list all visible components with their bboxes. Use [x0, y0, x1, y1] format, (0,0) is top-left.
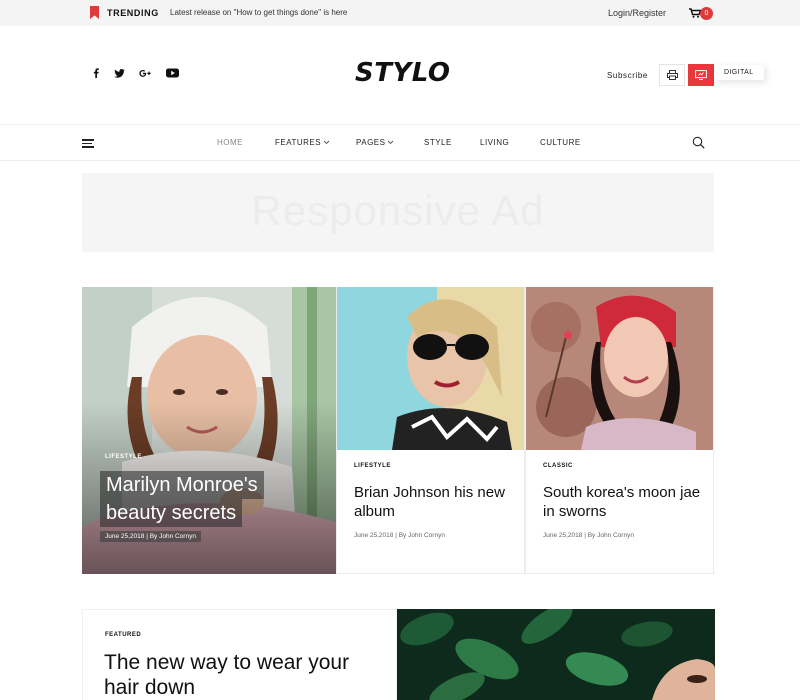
- cart-count-badge: 0: [700, 7, 713, 20]
- login-register-link[interactable]: Login/Register: [608, 8, 666, 18]
- card-title[interactable]: South korea's moon jae in sworns: [543, 483, 703, 521]
- main-nav: HOME FEATURES PAGES STYLE LIVING CULTURE: [0, 124, 800, 161]
- card-meta: June 25,2018 | By John Cornyn: [543, 532, 634, 539]
- card-photo: [526, 287, 713, 450]
- chevron-down-icon: [323, 140, 330, 145]
- trending-label: TRENDING: [107, 8, 159, 18]
- card-photo: [337, 287, 524, 450]
- facebook-icon[interactable]: [89, 67, 103, 79]
- digital-tooltip: DIGITAL: [714, 65, 764, 80]
- menu-icon[interactable]: [82, 139, 94, 148]
- featured-title[interactable]: The new way to wear your hair down: [104, 650, 364, 700]
- trending-headline-link[interactable]: Latest release on "How to get things don…: [170, 8, 347, 17]
- nav-item-features[interactable]: FEATURES: [275, 138, 330, 147]
- bookmark-icon: [90, 6, 99, 19]
- print-edition-button[interactable]: [659, 64, 685, 86]
- card-title[interactable]: Brian Johnson his new album: [354, 483, 514, 521]
- chevron-down-icon: [388, 140, 394, 145]
- subscribe-link[interactable]: Subscribe: [607, 71, 648, 80]
- ad-placeholder-text: Responsive Ad: [251, 187, 545, 234]
- hero-title-line2[interactable]: beauty secrets: [100, 499, 243, 527]
- digital-edition-button[interactable]: [688, 64, 714, 86]
- card-category[interactable]: LIFESTYLE: [354, 463, 391, 469]
- youtube-icon[interactable]: [165, 67, 179, 79]
- hero-meta: June 25,2018 | By John Cornyn: [100, 531, 201, 542]
- monitor-icon: [695, 70, 707, 80]
- nav-item-culture[interactable]: CULTURE: [540, 138, 581, 147]
- hero-category[interactable]: LIFESTYLE: [105, 454, 142, 460]
- site-logo[interactable]: STYLO: [355, 58, 451, 88]
- ad-banner[interactable]: Responsive Ad: [82, 173, 714, 252]
- featured-category[interactable]: FEATURED: [105, 632, 141, 638]
- article-card[interactable]: CLASSIC South korea's moon jae in sworns…: [525, 287, 714, 574]
- nav-item-living[interactable]: LIVING: [480, 138, 509, 147]
- site-header: STYLO Subscribe DIGITAL: [0, 26, 800, 124]
- printer-icon: [666, 70, 678, 80]
- nav-item-style[interactable]: STYLE: [424, 138, 452, 147]
- card-category[interactable]: CLASSIC: [543, 463, 573, 469]
- card-meta: June 25,2018 | By John Cornyn: [354, 532, 445, 539]
- hero-title-line1[interactable]: Marilyn Monroe's: [100, 471, 264, 499]
- top-bar: TRENDING Latest release on "How to get t…: [0, 0, 800, 26]
- twitter-icon[interactable]: [112, 67, 126, 79]
- nav-item-home[interactable]: HOME: [217, 138, 243, 147]
- google-plus-icon[interactable]: [138, 67, 152, 79]
- article-card[interactable]: LIFESTYLE Brian Johnson his new album Ju…: [336, 287, 525, 574]
- nav-item-pages[interactable]: PAGES: [356, 138, 394, 147]
- featured-photo[interactable]: [397, 609, 715, 700]
- search-icon[interactable]: [692, 136, 705, 149]
